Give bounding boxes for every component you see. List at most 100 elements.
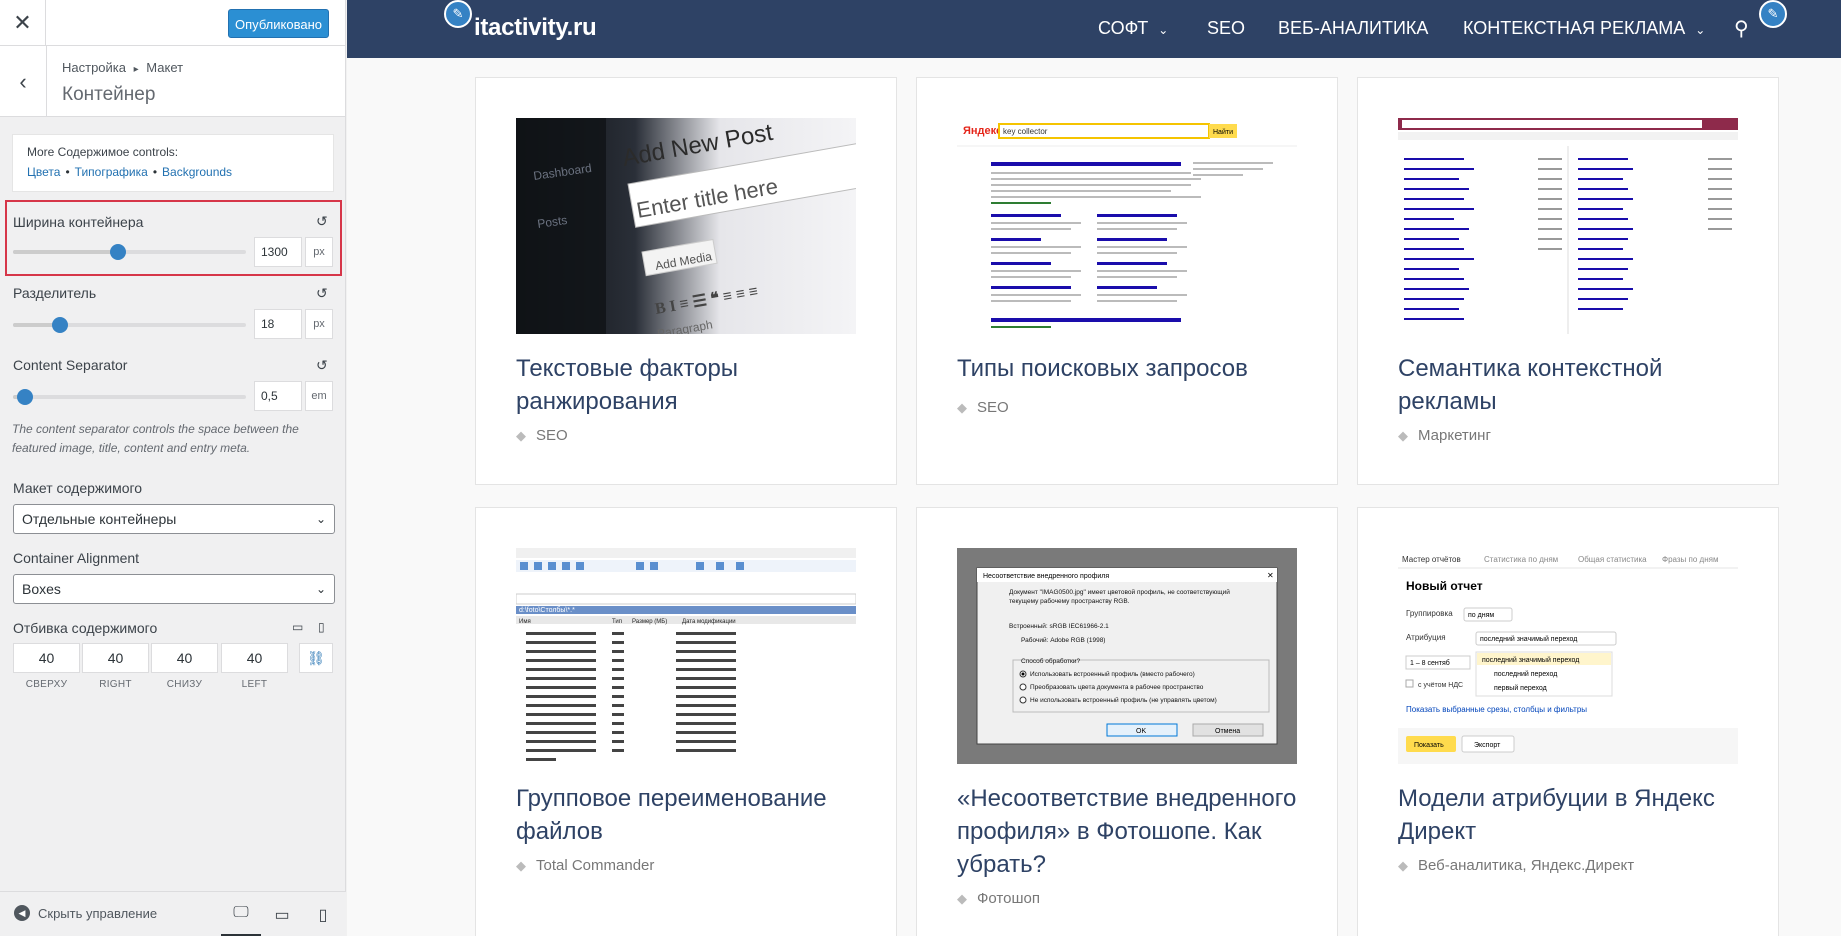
ym-attr-label: Атрибуция <box>1406 633 1446 642</box>
ym-vat: с учётом НДС <box>1418 682 1463 689</box>
nav-item-seo[interactable]: SEO <box>1207 18 1245 39</box>
post-thumbnail[interactable]: Яндекс key collector Найти <box>957 118 1297 334</box>
post-tag-link[interactable]: SEO <box>536 427 568 444</box>
padding-bottom-input[interactable]: 40 <box>151 643 218 673</box>
typography-link[interactable]: Типографика <box>75 165 148 179</box>
slider-handle[interactable] <box>51 317 68 333</box>
breadcrumb-separator: ▸ <box>133 64 139 75</box>
ps-working-text: Рабочий: Adobe RGB (1998) <box>1021 636 1105 644</box>
nav-label: SEO <box>1207 18 1246 38</box>
post-thumbnail[interactable]: d:\foto\Столбы\*.* Имя Тип Размер (МБ) Д… <box>516 548 856 764</box>
backgrounds-link[interactable]: Backgrounds <box>162 165 232 179</box>
unit-toggle[interactable]: em <box>305 381 333 411</box>
content-separator-description: The content separator controls the space… <box>12 422 299 455</box>
post-tag-link[interactable]: Total Commander <box>536 857 654 874</box>
post-thumbnail[interactable]: Dashboard Posts Add New Post Enter title… <box>516 118 856 334</box>
tablet-preview-icon[interactable]: ▭ <box>262 892 302 936</box>
content-layout-select[interactable]: Отдельные контейнеры ⌄ <box>13 504 335 534</box>
customizer-header: ✕ Опубликовано <box>0 0 345 46</box>
post-title[interactable]: Текстовые факторы ранжирования <box>516 352 876 418</box>
ym-tab: Мастер отчётов <box>1402 555 1461 564</box>
nav-item-web-analytics[interactable]: ВЕБ-АНАЛИТИКА <box>1278 18 1428 39</box>
tag-icon: ◆ <box>957 400 967 415</box>
ym-link: Показать выбранные срезы, столбцы и филь… <box>1406 705 1587 714</box>
post-meta: ◆ Маркетинг <box>1398 427 1491 444</box>
edit-shortcut-icon[interactable]: ✎ <box>444 0 472 28</box>
hide-controls-button[interactable]: ◀ Скрыть управление <box>14 905 157 921</box>
ym-attr-value: последний значимый переход <box>1480 635 1577 643</box>
padding-left-input[interactable]: 40 <box>221 643 288 673</box>
nav-label: ВЕБ-АНАЛИТИКА <box>1278 18 1429 38</box>
post-title[interactable]: Типы поисковых запросов <box>957 352 1317 385</box>
content-separator-input[interactable]: 0,5 <box>254 381 302 411</box>
tag-separator: , <box>1522 857 1531 874</box>
post-thumbnail[interactable] <box>1398 118 1738 334</box>
desktop-preview-icon[interactable]: 🖵 <box>221 892 261 936</box>
separator-slider[interactable] <box>13 317 246 333</box>
tc-col-type: Тип <box>612 619 622 625</box>
svg-text:✕: ✕ <box>1267 571 1274 580</box>
container-width-input[interactable]: 1300 <box>254 237 302 267</box>
slider-handle[interactable] <box>109 244 126 260</box>
yandex-query-text: key collector <box>1003 127 1048 136</box>
post-title[interactable]: Модели атрибуции в Яндекс Директ <box>1398 782 1758 848</box>
post-title[interactable]: Семантика контекстной рекламы <box>1398 352 1758 418</box>
unit-toggle[interactable]: px <box>305 309 333 339</box>
back-arrow-icon[interactable]: ‹ <box>0 46 47 117</box>
wordpress-editor-image: Dashboard Posts Add New Post Enter title… <box>516 118 856 334</box>
reset-icon[interactable]: ↺ <box>316 213 328 230</box>
post-tag-link[interactable]: Яндекс.Директ <box>1531 857 1634 874</box>
container-alignment-label: Container Alignment <box>13 550 140 566</box>
site-logo[interactable]: itactivity.ru <box>474 14 597 42</box>
slider-fill <box>13 250 118 254</box>
unit-toggle[interactable]: px <box>305 237 333 267</box>
reset-icon[interactable]: ↺ <box>316 285 328 302</box>
mobile-icon[interactable]: ▯ <box>318 620 325 634</box>
content-separator-label: Content Separator <box>13 357 128 373</box>
slider-handle[interactable] <box>16 389 33 405</box>
customizer-footer: ◀ Скрыть управление 🖵 ▭ ▯ <box>0 891 346 936</box>
mobile-preview-icon[interactable]: ▯ <box>303 892 343 936</box>
ps-ok-text: OK <box>1136 728 1146 735</box>
post-tag-link[interactable]: SEO <box>977 399 1009 416</box>
post-title[interactable]: Групповое переименование файлов <box>516 782 876 848</box>
content-separator-slider[interactable] <box>13 389 246 405</box>
post-tag-link[interactable]: Маркетинг <box>1418 427 1491 444</box>
post-thumbnail[interactable]: Мастер отчётов Статистика по дням Общая … <box>1398 548 1738 764</box>
publish-button[interactable]: Опубликовано <box>228 9 329 38</box>
post-meta: ◆ SEO <box>516 427 568 444</box>
post-meta: ◆ Total Commander <box>516 857 654 874</box>
nav-item-soft[interactable]: СОФТ ⌄ <box>1098 18 1168 39</box>
close-icon[interactable]: ✕ <box>0 0 46 46</box>
ym-tab: Статистика по дням <box>1484 555 1558 564</box>
wordstat-image <box>1398 118 1738 334</box>
container-width-slider[interactable] <box>13 244 246 260</box>
separator-input[interactable]: 18 <box>254 309 302 339</box>
edit-shortcut-icon[interactable]: ✎ <box>1759 0 1787 28</box>
more-controls-title: More Содержимое controls: <box>27 145 179 159</box>
ym-export: Экспорт <box>1474 742 1501 749</box>
link-values-icon[interactable]: ⛓ <box>299 643 333 673</box>
post-card: Семантика контекстной рекламы ◆ Маркетинг <box>1357 77 1779 485</box>
section-header: ‹ Настройка ▸ Макет Контейнер <box>0 46 345 117</box>
ym-tab: Фразы по дням <box>1662 555 1718 564</box>
container-alignment-select[interactable]: Boxes ⌄ <box>13 574 335 604</box>
colors-link[interactable]: Цвета <box>27 165 60 179</box>
ps-question-text: Способ обработки? <box>1021 657 1081 665</box>
post-title[interactable]: «Несоответствие внедренного профиля» в Ф… <box>957 782 1317 881</box>
content-layout-label: Макет содержимого <box>13 480 143 496</box>
post-tag-link[interactable]: Веб-аналитика <box>1418 857 1522 874</box>
chevron-down-icon: ⌄ <box>315 512 326 526</box>
post-thumbnail[interactable]: Несоответствие внедренного профиля ✕ Док… <box>957 548 1297 764</box>
post-tag-link[interactable]: Фотошоп <box>977 890 1040 907</box>
padding-top-input[interactable]: 40 <box>13 643 80 673</box>
reset-icon[interactable]: ↺ <box>316 357 328 374</box>
nav-item-context-ads[interactable]: КОНТЕКСТНАЯ РЕКЛАМА ⌄ <box>1463 18 1705 39</box>
ps-option-1: Использовать встроенный профиль (вместо … <box>1030 670 1195 678</box>
post-meta: ◆ SEO <box>957 399 1009 416</box>
padding-right-input[interactable]: 40 <box>82 643 149 673</box>
section-title: Контейнер <box>62 84 156 105</box>
search-icon[interactable]: ⚲ <box>1734 16 1749 41</box>
desktop-icon[interactable]: ▭ <box>292 620 303 634</box>
ps-option-3: Не использовать встроенный профиль (не у… <box>1030 696 1217 704</box>
